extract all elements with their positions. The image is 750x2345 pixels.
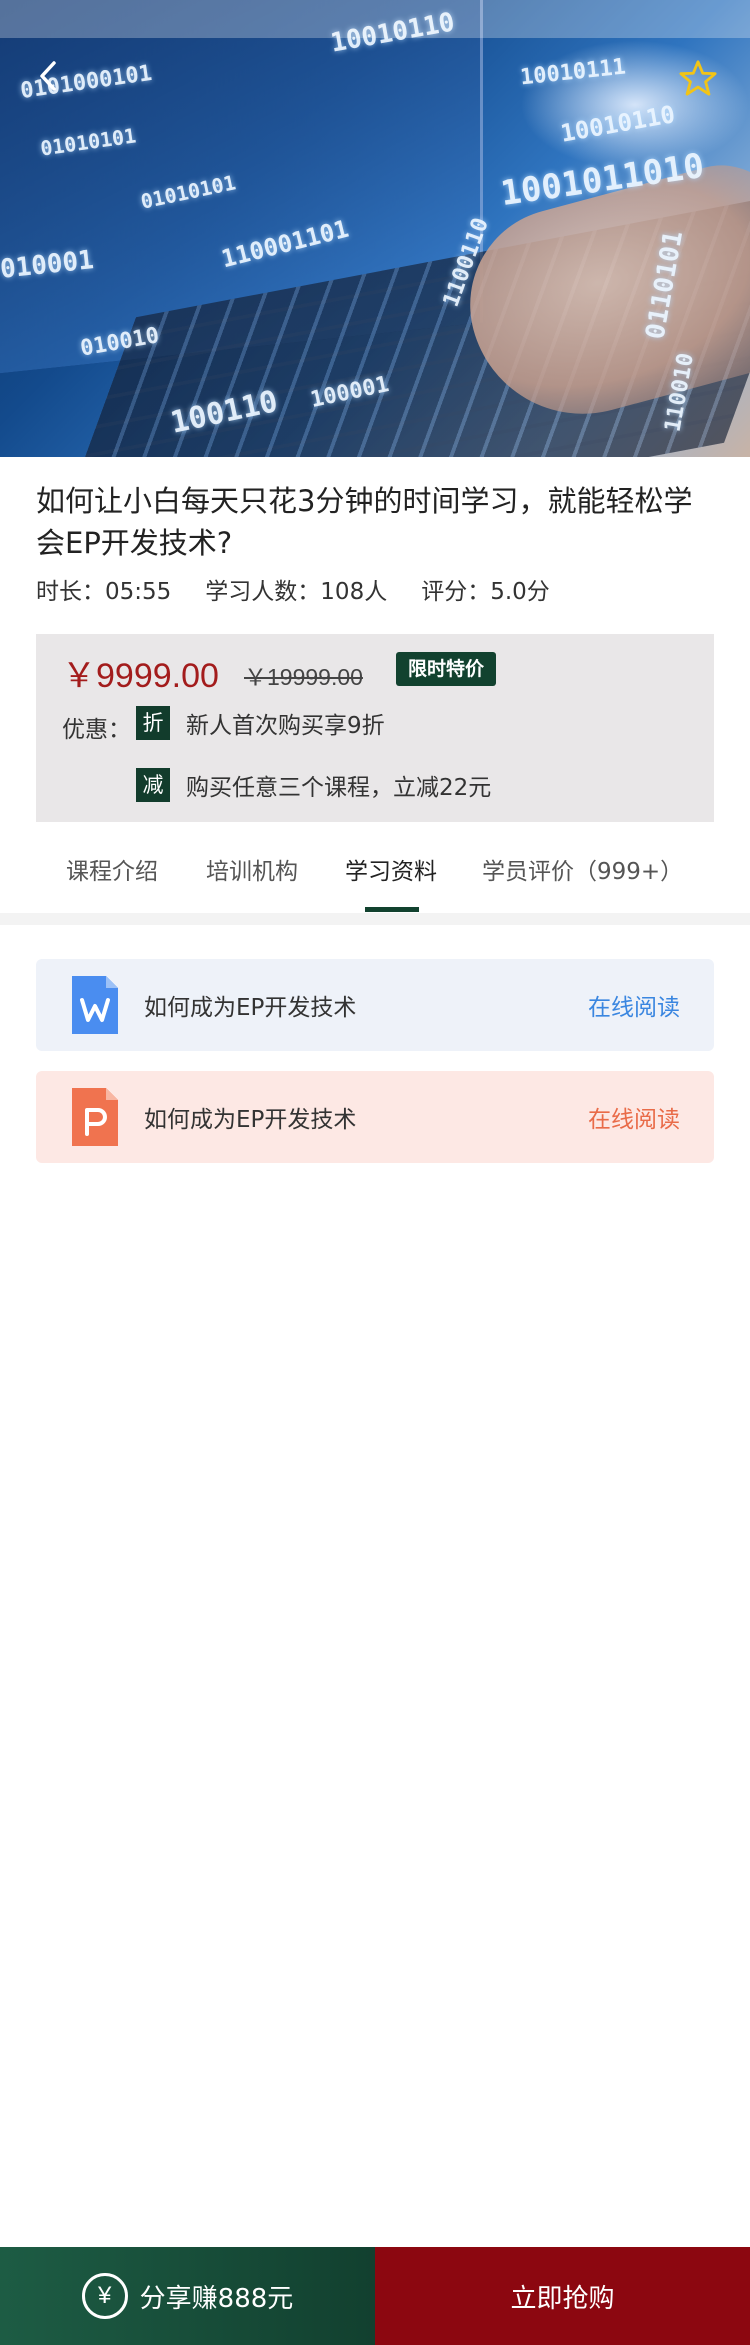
word-doc-icon bbox=[72, 976, 118, 1034]
status-bar-area bbox=[0, 0, 750, 38]
promo-discount-text: 新人首次购买享9折 bbox=[186, 713, 385, 739]
buy-now-label: 立即抢购 bbox=[510, 2283, 615, 2314]
tab-training-institution[interactable]: 培训机构 bbox=[206, 852, 298, 886]
bottom-action-bar: ¥ 分享赚888元 立即抢购 bbox=[0, 2247, 750, 2345]
star-outline-icon bbox=[679, 60, 717, 96]
promo-reduction-row: 减 购买任意三个课程，立减22元 bbox=[136, 768, 491, 802]
tab-course-intro[interactable]: 课程介绍 bbox=[66, 852, 158, 886]
share-earn-button[interactable]: ¥ 分享赚888元 bbox=[0, 2247, 375, 2345]
read-online-link[interactable]: 在线阅读 bbox=[588, 1100, 680, 1134]
course-title: 如何让小白每天只花3分钟的时间学习，就能轻松学会EP开发技术? bbox=[36, 484, 693, 560]
learners-count-text: 学习人数：108人 bbox=[205, 579, 388, 605]
active-tab-indicator bbox=[365, 907, 419, 912]
current-price: ￥9999.00 bbox=[62, 657, 219, 695]
promo-discount-row: 折 新人首次购买享9折 bbox=[136, 706, 385, 740]
course-meta: 时长：05:55 学习人数：108人 评分：5.0分 bbox=[36, 572, 584, 606]
document-item-ppt[interactable]: 如何成为EP开发技术 在线阅读 bbox=[36, 1071, 714, 1163]
duration-text: 时长：05:55 bbox=[36, 579, 172, 605]
buy-now-button[interactable]: 立即抢购 bbox=[375, 2247, 750, 2345]
document-name: 如何成为EP开发技术 bbox=[144, 995, 357, 1021]
tab-learning-materials[interactable]: 学习资料 bbox=[345, 852, 437, 886]
course-tabs: 课程介绍 培训机构 学习资料 学员评价（999+） bbox=[0, 842, 750, 914]
price-panel: ￥9999.00 ￥19999.00 限时特价 优惠： 折 新人首次购买享9折 … bbox=[36, 634, 714, 822]
share-earn-label: 分享赚888元 bbox=[139, 2283, 294, 2314]
back-button[interactable] bbox=[28, 56, 68, 96]
favorite-button[interactable] bbox=[676, 56, 720, 100]
ppt-doc-icon bbox=[72, 1088, 118, 1146]
limited-offer-badge: 限时特价 bbox=[396, 652, 497, 686]
section-divider bbox=[0, 913, 750, 925]
original-price: ￥19999.00 bbox=[244, 664, 363, 690]
reduction-badge: 减 bbox=[136, 768, 170, 802]
promo-label: 优惠： bbox=[62, 717, 131, 743]
read-online-link[interactable]: 在线阅读 bbox=[588, 988, 680, 1022]
chevron-left-icon bbox=[40, 61, 56, 91]
tab-student-reviews[interactable]: 学员评价（999+） bbox=[482, 852, 683, 886]
yen-circle-icon: ¥ bbox=[81, 2273, 128, 2319]
course-cover-image: 0101000101 10010110 01010101 110001101 0… bbox=[0, 0, 750, 457]
promo-reduction-text: 购买任意三个课程，立减22元 bbox=[186, 775, 492, 801]
document-item-word[interactable]: 如何成为EP开发技术 在线阅读 bbox=[36, 959, 714, 1051]
rating-text: 评分：5.0分 bbox=[421, 579, 550, 605]
document-name: 如何成为EP开发技术 bbox=[144, 1107, 357, 1133]
discount-badge: 折 bbox=[136, 706, 170, 740]
